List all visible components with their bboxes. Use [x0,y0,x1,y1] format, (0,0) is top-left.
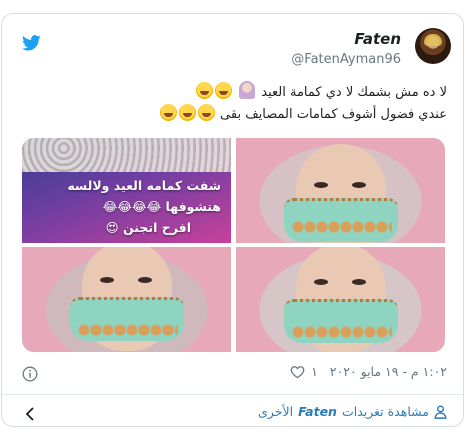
tweet-line-1: لا ده مش بشمك لا دي كمامة العيد [17,81,447,104]
media-photo-2[interactable] [236,138,445,243]
media-photo-1[interactable]: شفت كمامه العيد ولالسه هتشوفها 😂😂😂😂 افرح… [22,138,231,243]
author-avatar[interactable] [415,28,451,64]
tweet-timestamp[interactable]: ١:٠٢ م - ١٩ مايو ٢٠٢٠ [330,364,447,379]
like-count[interactable]: ١ [311,364,318,379]
laughing-emoji [214,82,232,99]
info-icon[interactable] [22,366,38,382]
media-grid: شفت كمامه العيد ولالسه هتشوفها 😂😂😂😂 افرح… [22,138,445,352]
laughing-emoji [159,104,177,121]
eye-shape [138,277,152,283]
more-tweets-suffix: الأخرى [258,404,294,419]
coins-decoration [292,325,392,339]
media-photo-4[interactable] [236,247,445,352]
overlay-line-1: شفت كمامه العيد ولالسه [67,178,221,193]
eye-shape [352,279,366,285]
tweet-line-1-text: لا ده مش بشمك لا دي كمامة العيد [261,85,447,100]
eye-shape [314,279,328,285]
chevron-left-icon[interactable] [24,406,36,422]
overlay-line-2: هتشوفها 😂😂😂😂 [102,199,221,214]
more-tweets-link[interactable]: مشاهدة تغريدات Faten الأخرى [258,404,447,419]
laughing-emoji [197,104,215,121]
lace-decoration [22,138,231,172]
tweet-line-2-text: عندي فضول أشوف كمامات المصايف بقى [220,107,447,122]
eye-shape [100,277,114,283]
laughing-emoji [178,104,196,121]
coins-decoration [292,220,392,234]
tweet-meta: ١:٠٢ م - ١٩ مايو ٢٠٢٠ ١ [290,364,447,379]
overlay-line-3: افرح اتجنن 😍 [105,220,191,235]
media-photo-3[interactable] [22,247,231,352]
person-icon [434,404,447,419]
author-name[interactable]: Faten [354,30,401,48]
laughing-emoji [195,82,213,99]
heart-icon[interactable] [290,365,305,379]
eye-shape [352,182,366,188]
more-tweets-prefix: مشاهدة تغريدات [341,404,429,419]
tweet-line-2: عندي فضول أشوف كمامات المصايف بقى [17,104,447,126]
tweet-card: Faten @FatenAyman96 لا ده مش بشمك لا دي … [1,13,464,427]
woman-facepalm-emoji [239,81,256,99]
divider [2,394,463,395]
more-tweets-name: Faten [298,404,337,419]
author-handle[interactable]: @FatenAyman96 [291,52,401,67]
twitter-bird-icon[interactable] [22,35,41,51]
eye-shape [314,182,328,188]
coins-decoration [78,323,178,337]
tweet-text: لا ده مش بشمك لا دي كمامة العيد عندي فضو… [17,81,447,126]
